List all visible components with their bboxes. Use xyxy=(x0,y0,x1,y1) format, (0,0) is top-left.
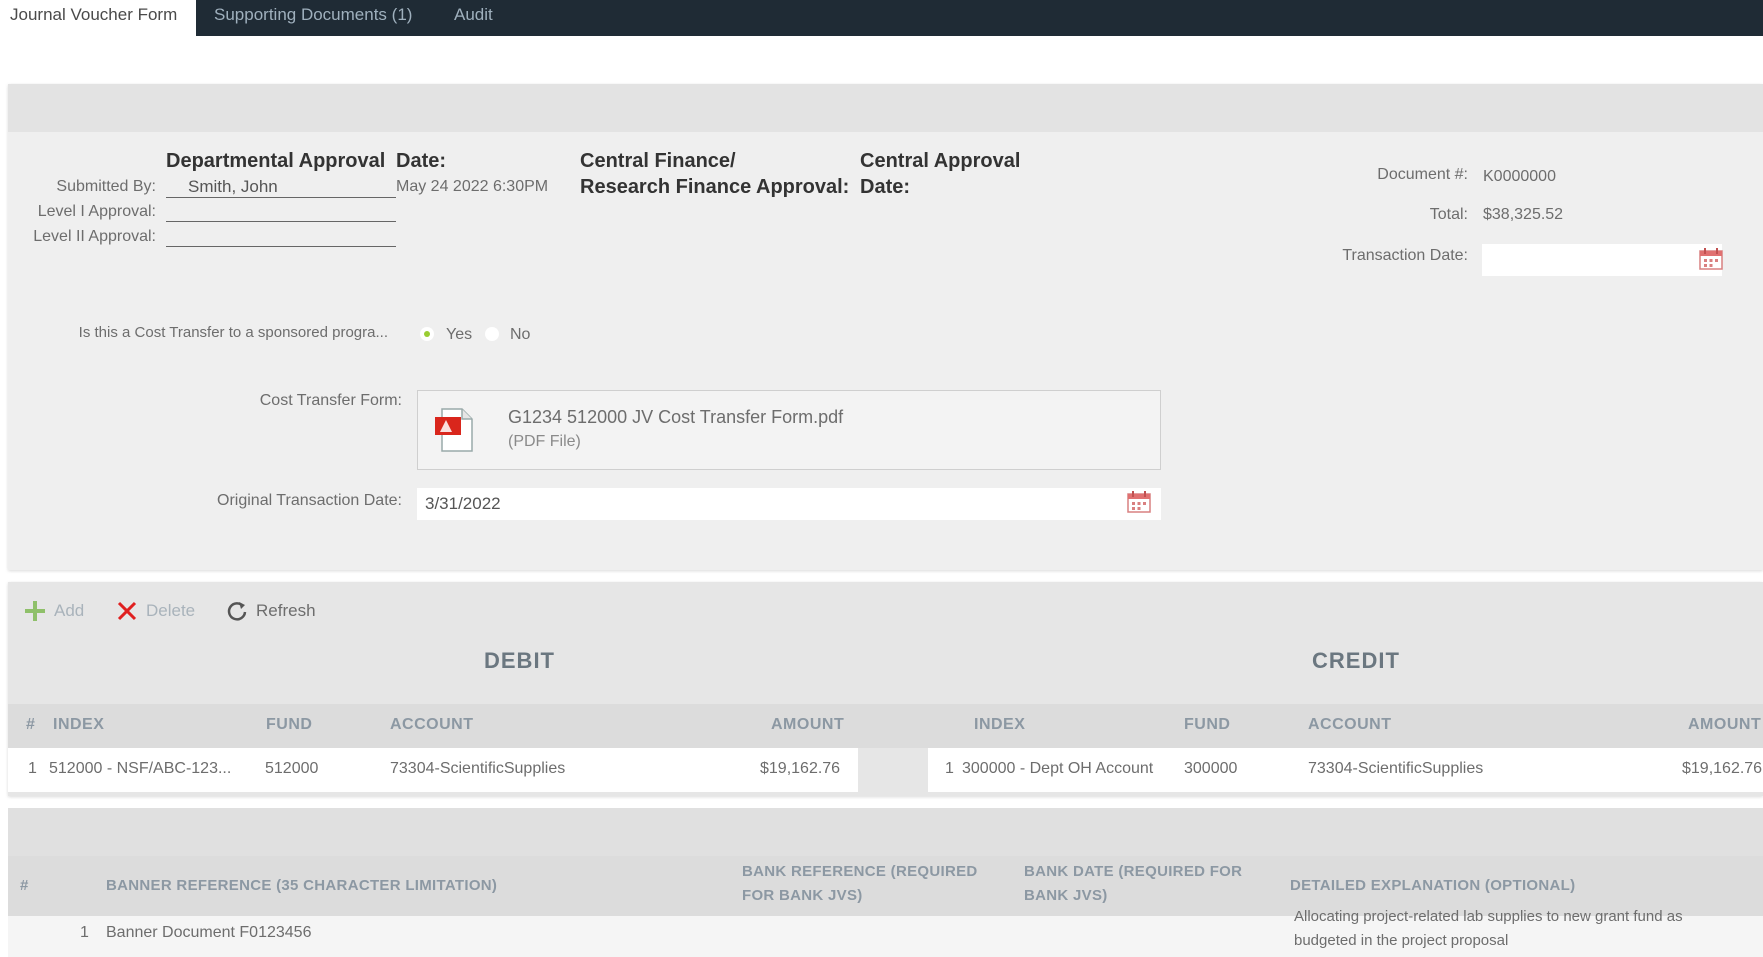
delete-button[interactable]: Delete xyxy=(116,600,195,622)
submitted-by-label: Submitted By: xyxy=(56,178,156,195)
level1-approval-value xyxy=(166,200,396,222)
debit-amount-cell[interactable]: $19,162.76 xyxy=(760,760,840,778)
ref-col-bank-date-2: BANK JVS) xyxy=(1024,887,1108,904)
ref-col-num: # xyxy=(20,877,29,894)
credit-amount-cell[interactable]: $19,162.76 xyxy=(1682,760,1762,778)
ref-row-num: 1 xyxy=(80,924,89,941)
banner-reference-cell[interactable]: Banner Document F0123456 xyxy=(106,924,311,942)
total-value: $38,325.52 xyxy=(1483,206,1564,223)
col-debit-amount[interactable]: AMOUNT xyxy=(771,716,844,734)
ref-col-explanation[interactable]: DETAILED EXPLANATION (OPTIONAL) xyxy=(1290,874,1575,898)
central-finance-header-2: Research Finance Approval: xyxy=(580,176,850,198)
add-button[interactable]: Add xyxy=(24,600,84,622)
references-grid: # BANNER REFERENCE (35 CHARACTER LIMITAT… xyxy=(8,808,1763,957)
calendar-icon[interactable] xyxy=(1698,247,1724,271)
debit-title: DEBIT xyxy=(484,648,555,673)
explanation-cell-line-1[interactable]: Allocating project-related lab supplies … xyxy=(1294,908,1683,925)
original-transaction-date-input[interactable]: 3/31/2022 xyxy=(417,488,1161,520)
delete-button-label: Delete xyxy=(146,601,196,620)
debit-account-cell[interactable]: 73304-ScientificSupplies xyxy=(390,760,565,778)
ref-col-bank-reference-2: FOR BANK JVS) xyxy=(742,887,863,904)
document-number-value: K0000000 xyxy=(1483,168,1556,185)
debit-index-cell[interactable]: 512000 - NSF/ABC-123... xyxy=(49,760,231,778)
voucher-header-panel: Departmental Approval Date: Central Fina… xyxy=(8,84,1763,570)
col-credit-amount[interactable]: AMOUNT xyxy=(1688,716,1761,734)
central-approval-header-2: Date: xyxy=(860,176,911,198)
refresh-button-label: Refresh xyxy=(256,601,316,620)
tab-journal-voucher-form[interactable]: Journal Voucher Form xyxy=(0,0,196,38)
central-finance-header-1: Central Finance/ xyxy=(580,150,736,172)
credit-fund-cell[interactable]: 300000 xyxy=(1184,760,1237,778)
tab-audit[interactable]: Audit xyxy=(454,0,493,36)
credit-row-num: 1 xyxy=(945,760,954,777)
panel-header-bar xyxy=(8,808,1763,856)
delete-x-icon xyxy=(117,601,137,621)
attached-file-name[interactable]: G1234 512000 JV Cost Transfer Form.pdf xyxy=(508,407,843,428)
panel-header-bar xyxy=(8,84,1763,132)
col-credit-index[interactable]: INDEX xyxy=(974,716,1025,734)
col-debit-index[interactable]: INDEX xyxy=(53,716,104,734)
central-approval-header-1: Central Approval xyxy=(860,150,1021,172)
cost-transfer-file-attachment[interactable]: G1234 512000 JV Cost Transfer Form.pdf (… xyxy=(417,390,1161,470)
departmental-approval-header: Departmental Approval xyxy=(166,150,386,172)
cost-transfer-no-radio[interactable] xyxy=(485,327,499,341)
level2-approval-value xyxy=(166,225,396,247)
debit-credit-grid: Add Delete Refresh DEBIT CREDIT # INDEX … xyxy=(8,582,1763,796)
ref-col-bank-reference-1[interactable]: BANK REFERENCE (REQUIRED xyxy=(742,860,978,884)
ref-col-bank-date-1[interactable]: BANK DATE (REQUIRED FOR xyxy=(1024,860,1242,884)
plus-icon xyxy=(25,601,45,621)
cost-transfer-no-label: No xyxy=(510,326,531,343)
calendar-icon[interactable] xyxy=(1126,490,1152,514)
cost-transfer-yes-radio[interactable] xyxy=(420,327,434,341)
transaction-date-input[interactable] xyxy=(1482,244,1722,276)
document-number-label: Document #: xyxy=(1377,166,1468,183)
col-debit-fund[interactable]: FUND xyxy=(266,716,312,734)
credit-index-cell[interactable]: 300000 - Dept OH Account xyxy=(962,760,1153,778)
submitted-by-value: Smith, John xyxy=(166,176,396,198)
credit-account-cell[interactable]: 73304-ScientificSupplies xyxy=(1308,760,1483,778)
submitted-date: May 24 2022 6:30PM xyxy=(396,178,549,195)
cost-transfer-question: Is this a Cost Transfer to a sponsored p… xyxy=(78,324,388,341)
total-label: Total: xyxy=(1429,206,1468,223)
tab-supporting-documents[interactable]: Supporting Documents (1) xyxy=(214,0,412,36)
attached-file-type: (PDF File) xyxy=(508,433,581,450)
refresh-icon xyxy=(227,602,247,621)
transaction-date-label: Transaction Date: xyxy=(1342,247,1468,264)
level1-approval-label: Level I Approval: xyxy=(37,203,156,220)
add-button-label: Add xyxy=(54,601,85,620)
row-num: 1 xyxy=(28,760,37,777)
level2-approval-label: Level II Approval: xyxy=(33,228,156,245)
col-credit-account[interactable]: ACCOUNT xyxy=(1308,716,1392,734)
refresh-button[interactable]: Refresh xyxy=(226,600,316,622)
col-debit-account[interactable]: ACCOUNT xyxy=(390,716,474,734)
pdf-file-icon xyxy=(435,408,473,452)
original-transaction-date-label: Original Transaction Date: xyxy=(217,492,402,509)
credit-title: CREDIT xyxy=(1312,648,1400,673)
tab-bar: Journal Voucher Form Supporting Document… xyxy=(0,0,1763,38)
date-header: Date: xyxy=(396,150,447,172)
debit-fund-cell[interactable]: 512000 xyxy=(265,760,318,778)
ref-col-banner[interactable]: BANNER REFERENCE (35 CHARACTER LIMITATIO… xyxy=(106,874,497,898)
explanation-cell-line-2[interactable]: budgeted in the project proposal xyxy=(1294,932,1508,949)
cost-transfer-yes-label: Yes xyxy=(446,326,473,343)
col-credit-fund[interactable]: FUND xyxy=(1184,716,1230,734)
cost-transfer-form-label: Cost Transfer Form: xyxy=(259,392,402,409)
col-num: # xyxy=(26,716,36,733)
